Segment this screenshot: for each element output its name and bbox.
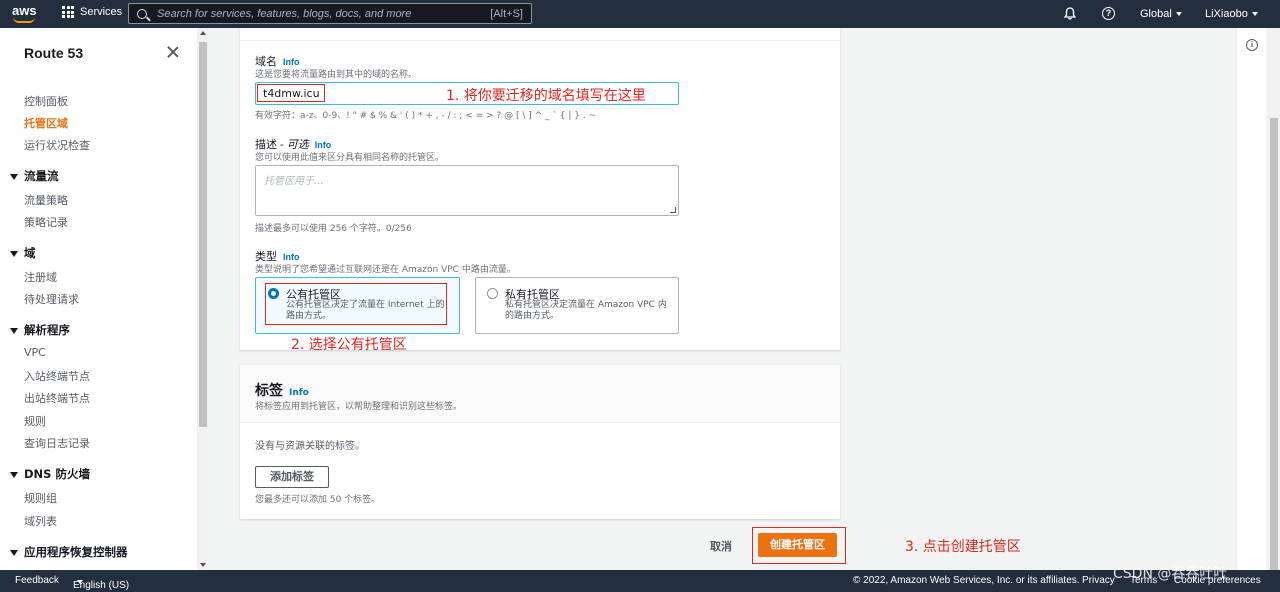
sidebar-item-traffic-policies[interactable]: 流量策略 [24,192,68,208]
domain-valid-characters-hint: 有效字符：a-z、0-9、! " # $ % & ' ( ) * + , - /… [255,111,597,121]
footer: Feedback English (US) © 2022, Amazon Web… [0,570,1280,592]
annotation-box-create [752,527,846,564]
account-name: LiXiaobo [1205,8,1248,20]
region-label: Global [1140,8,1172,20]
sidebar-scrollbar[interactable] [197,28,209,570]
scroll-up-arrow-icon[interactable] [200,31,206,35]
caret-down-icon [10,173,18,180]
cancel-button[interactable]: 取消 [710,538,732,554]
tags-limit-hint: 您最多还可以添加 50 个标签。 [255,495,381,505]
sidebar-group-domains[interactable]: 域 [10,245,36,261]
caret-down-icon [10,250,18,257]
domain-info-link[interactable]: Info [283,57,300,67]
aws-logo-text: aws [12,3,37,18]
help-icon[interactable]: ? [1102,7,1115,20]
services-menu-button[interactable]: Services [62,6,122,18]
annotation-box-public [265,283,447,325]
copyright-text: © 2022, Amazon Web Services, Inc. or its… [853,575,1080,586]
sidebar-group-label: 流量流 [24,169,59,183]
private-option-desc-line2: 的路由方式。 [505,311,560,321]
sidebar-item-rules[interactable]: 规则 [24,413,46,429]
tools-panel-rail: i [1236,28,1266,570]
private-radio-button[interactable] [487,288,498,299]
private-hosted-zone-option[interactable]: 私有托管区 私有托管区决定流量在 Amazon VPC 内 的路由方式。 [475,277,679,334]
info-icon[interactable]: i [1246,39,1258,51]
tags-description: 将标签应用到托管区，以帮助整理和识别这些标签。 [255,402,463,412]
scrollbar-thumb[interactable] [199,42,207,427]
sidebar-item-policy-records[interactable]: 策略记录 [24,214,68,230]
description-textarea[interactable]: 托管区用于... [255,165,679,216]
caret-down-icon [77,580,83,584]
type-info-link[interactable]: Info [283,252,300,262]
sidebar-item-inbound-endpoints[interactable]: 入站终端节点 [24,368,90,384]
search-icon [137,8,147,19]
add-tag-button[interactable]: 添加标签 [255,466,329,488]
scroll-down-arrow-icon[interactable] [200,563,206,567]
sidebar-item-outbound-endpoints[interactable]: 出站终端节点 [24,390,90,406]
top-navigation-bar: aws Services Search for services, featur… [0,0,1280,28]
tags-title-text: 标签 [255,383,283,399]
annotation-step-1: 1. 将你要迁移的域名填写在这里 [446,88,646,104]
search-shortcut-hint: [Alt+S] [490,7,523,20]
annotation-box-domain [257,84,325,102]
sidebar: Route 53 控制面板 托管区域 运行状况检查 流量流 流量策略 策略记录 … [0,28,197,570]
close-icon[interactable] [167,46,179,58]
chevron-down-icon [1251,12,1258,17]
sidebar-item-pending-requests[interactable]: 待处理请求 [24,291,79,307]
sidebar-group-label: 域 [24,246,36,260]
sidebar-group-recovery-controller[interactable]: 应用程序恢复控制器 [10,544,128,560]
sidebar-title: Route 53 [24,45,84,61]
annotation-step-3: 3. 点击创建托管区 [905,539,1021,555]
sidebar-item-dashboard[interactable]: 控制面板 [24,93,68,109]
sidebar-item-vpc[interactable]: VPC [24,346,46,359]
grid-icon [62,6,74,18]
domain-name-description: 这是您要将流量路由到其中的域的名称。 [255,70,418,80]
global-search-input[interactable]: Search for services, features, blogs, do… [128,3,532,24]
sidebar-item-registered-domains[interactable]: 注册域 [24,269,57,285]
sidebar-item-domain-lists[interactable]: 域列表 [24,513,57,529]
type-description: 类型说明了您希望通过互联网还是在 Amazon VPC 中路由流量。 [255,265,516,275]
tags-info-link[interactable]: Info [289,388,309,398]
watermark: CSDN @吞吞吐吐 [1113,566,1228,582]
tags-panel-header [240,365,840,423]
resize-handle-icon[interactable] [670,207,676,213]
bell-icon[interactable] [1064,7,1076,20]
privacy-link[interactable]: Privacy [1082,575,1115,586]
sidebar-group-resolver[interactable]: 解析程序 [10,322,70,338]
caret-down-icon [10,471,18,478]
tags-empty-message: 没有与资源关联的标签。 [255,441,365,452]
description-info-link[interactable]: Info [315,140,332,150]
divider [240,40,840,41]
sidebar-group-label: 应用程序恢复控制器 [24,545,128,559]
aws-smile-icon [13,17,35,23]
chevron-down-icon [1175,12,1182,17]
private-option-desc-line1: 私有托管区决定流量在 Amazon VPC 内 [505,300,667,310]
aws-logo[interactable]: aws [12,4,42,24]
account-menu[interactable]: LiXiaobo [1205,8,1258,20]
search-placeholder: Search for services, features, blogs, do… [157,7,412,20]
main-scrollbar[interactable] [1268,28,1280,570]
scrollbar-thumb[interactable] [1270,118,1278,570]
sidebar-group-traffic-flow[interactable]: 流量流 [10,168,59,184]
description-char-limit: 描述最多可以使用 256 个字符。0/256 [255,224,412,234]
tags-title: 标签 Info [255,380,309,400]
sidebar-item-hosted-zones[interactable]: 托管区域 [24,115,68,131]
services-label: Services [80,6,123,18]
annotation-step-2: 2. 选择公有托管区 [291,337,407,353]
description-placeholder: 托管区用于... [264,176,324,187]
caret-down-icon [10,327,18,334]
sidebar-group-label: DNS 防火墙 [24,467,90,481]
sidebar-item-health-checks[interactable]: 运行状况检查 [24,137,90,153]
tags-panel: 标签 Info 将标签应用到托管区，以帮助整理和识别这些标签。 没有与资源关联的标… [240,365,840,519]
sidebar-group-label: 解析程序 [24,323,70,337]
description-help-text: 您可以使用此值来区分具有相同名称的托管区。 [255,153,445,163]
hosted-zone-config-panel: 域名 Info 这是您要将流量路由到其中的域的名称。 t4dmw.icu 1. 将… [240,28,840,353]
sidebar-item-query-logging[interactable]: 查询日志记录 [24,435,90,451]
region-selector[interactable]: Global [1140,8,1182,20]
feedback-link[interactable]: Feedback [15,575,59,586]
caret-down-icon [10,549,18,556]
sidebar-item-rule-groups[interactable]: 规则组 [24,490,57,506]
sidebar-group-dns-firewall[interactable]: DNS 防火墙 [10,466,90,482]
